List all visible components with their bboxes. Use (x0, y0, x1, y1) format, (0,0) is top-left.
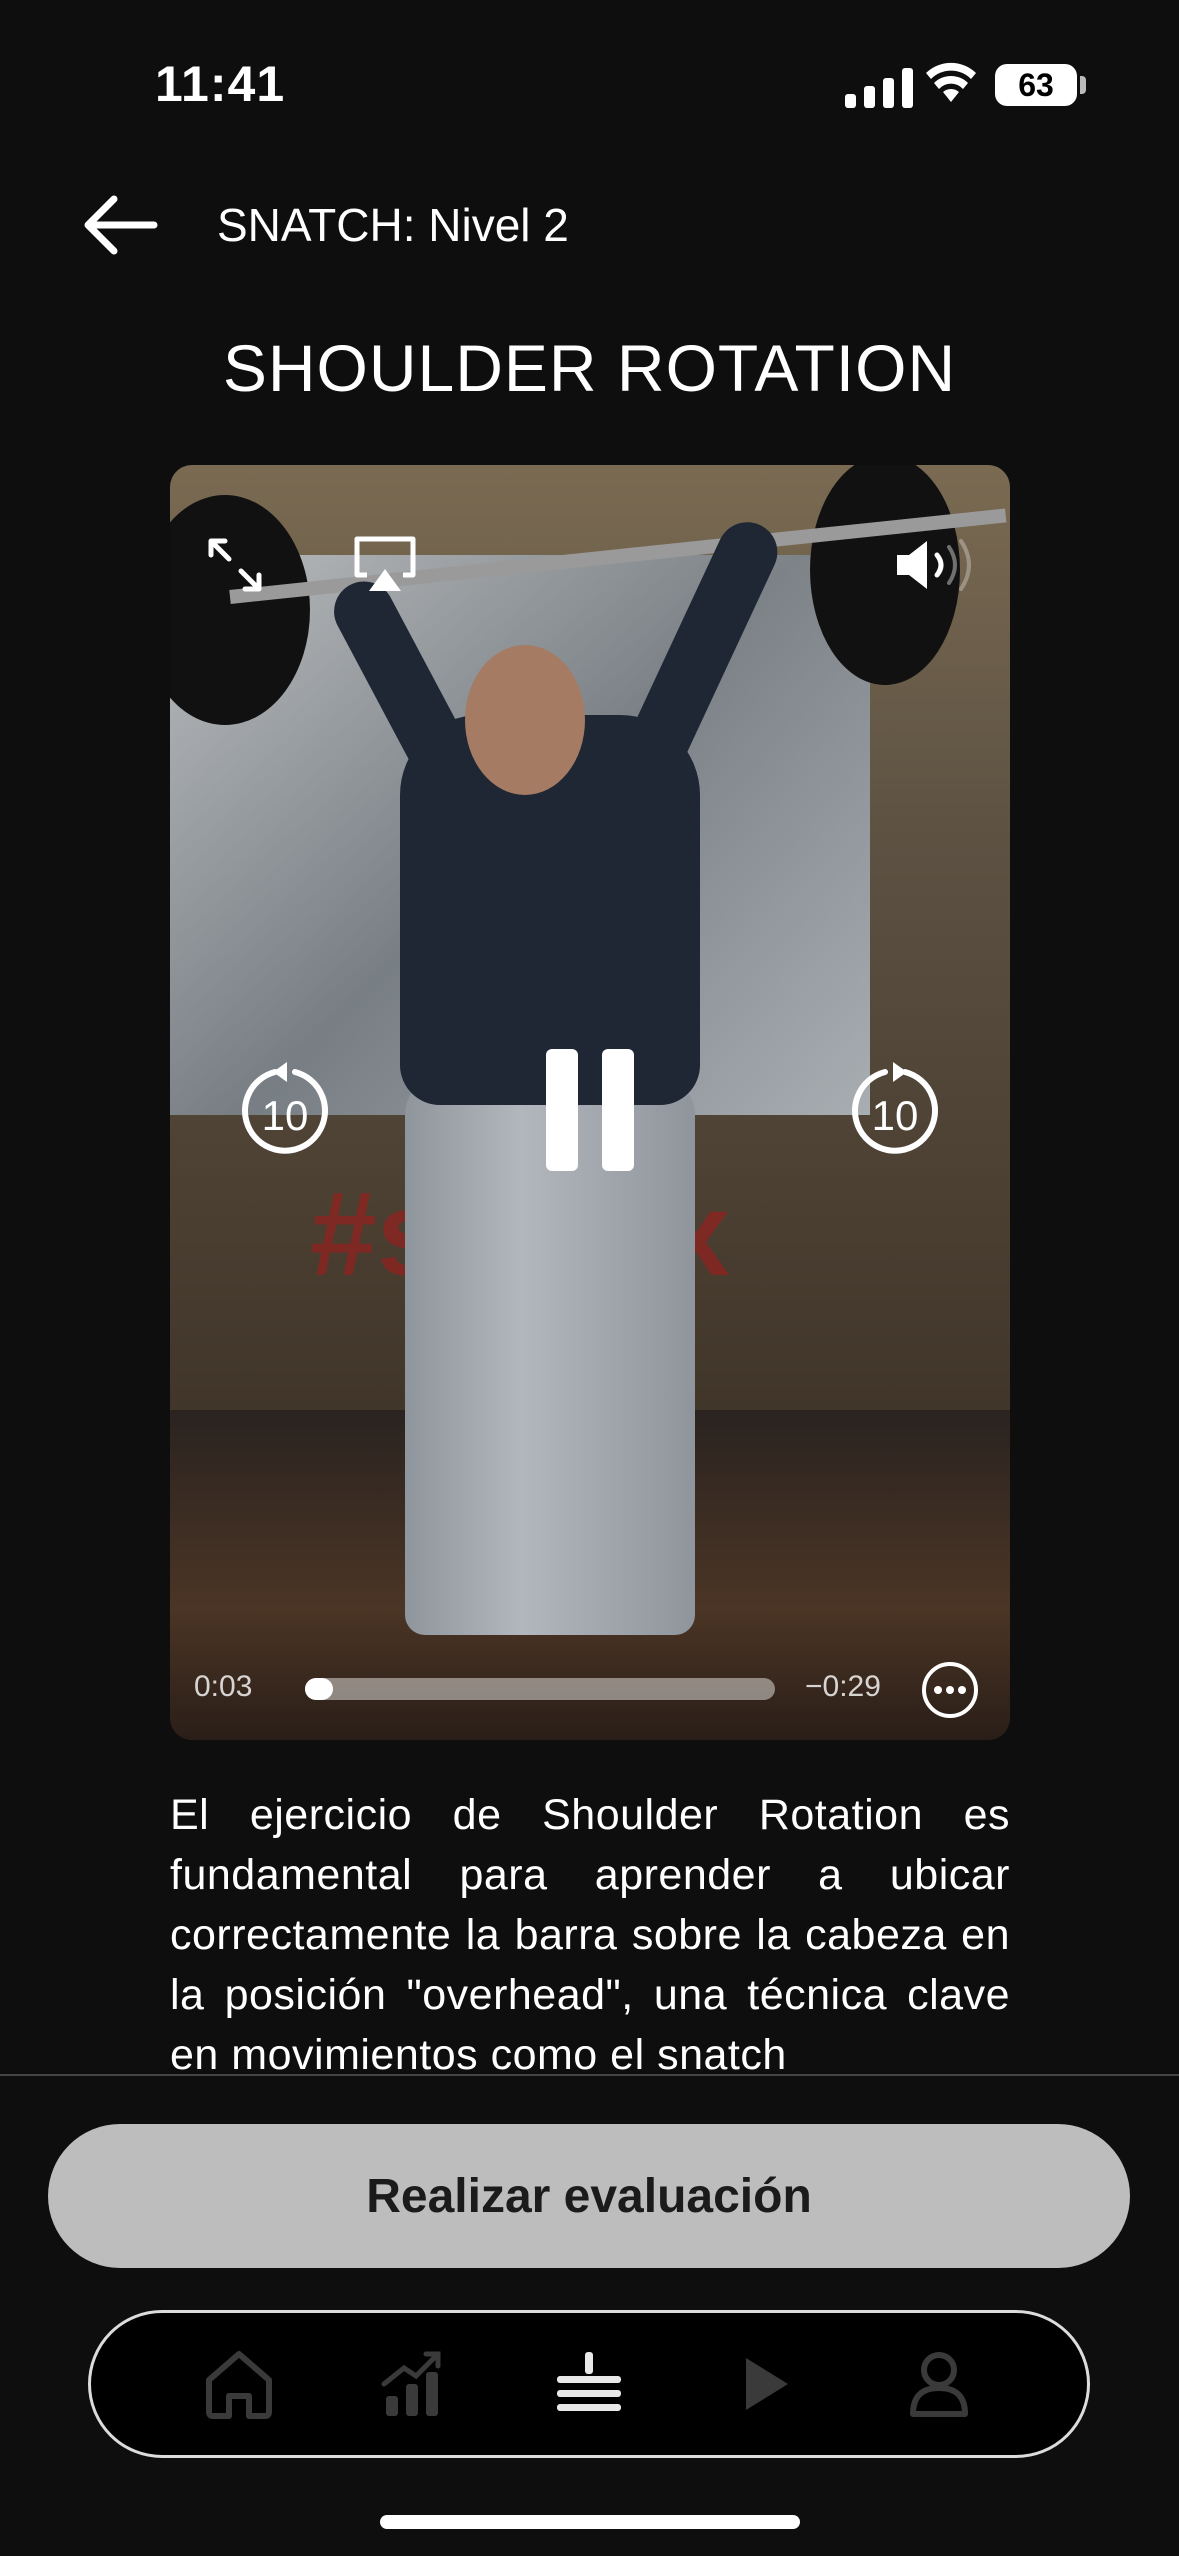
fullscreen-button[interactable] (195, 525, 275, 605)
tab-profile[interactable] (894, 2339, 984, 2429)
rewind-10-icon: 10 (242, 1062, 328, 1154)
battery-level: 63 (1018, 66, 1054, 103)
tab-bar (88, 2310, 1090, 2458)
divider (0, 2074, 1179, 2076)
back-button[interactable] (78, 188, 162, 262)
skip-back-label: 10 (262, 1092, 309, 1139)
athlete-head (465, 645, 585, 795)
expand-icon (208, 538, 262, 592)
progress-fill (305, 1678, 334, 1700)
volume-button[interactable] (890, 525, 980, 605)
remaining-time: −0:29 (805, 1670, 881, 1703)
airplay-button[interactable] (345, 525, 425, 605)
pause-icon (546, 1049, 634, 1171)
battery-icon: 63 (995, 64, 1077, 106)
skip-forward-label: 10 (872, 1092, 919, 1139)
header-title: SNATCH: Nivel 2 (217, 199, 569, 251)
tab-list[interactable] (544, 2339, 634, 2429)
elapsed-time: 0:03 (194, 1670, 253, 1703)
tab-stats[interactable] (369, 2339, 459, 2429)
progress-slider[interactable] (305, 1678, 775, 1700)
home-indicator (380, 2515, 800, 2529)
page-title: SHOULDER ROTATION (222, 331, 957, 405)
play-icon (746, 2358, 789, 2410)
skip-forward-button[interactable]: 10 (840, 1055, 950, 1165)
airplay-icon (354, 536, 416, 591)
exercise-description: El ejercicio de Shoulder Rotation es fun… (170, 1791, 1010, 2075)
forward-10-icon: 10 (852, 1062, 938, 1154)
ellipsis-circle-icon (922, 1662, 978, 1718)
stats-icon (381, 2351, 441, 2416)
battery-cap (1080, 76, 1086, 94)
evaluate-button[interactable]: Realizar evaluación (48, 2124, 1130, 2268)
wifi-icon (925, 60, 977, 109)
status-time: 11:41 (155, 56, 286, 112)
speaker-icon (897, 539, 971, 591)
more-options-button[interactable] (915, 1655, 985, 1725)
skip-back-button[interactable]: 10 (230, 1055, 340, 1165)
signal-icon (845, 64, 913, 108)
tab-home[interactable] (194, 2339, 284, 2429)
arrow-left-icon (84, 195, 158, 255)
profile-icon (910, 2352, 969, 2417)
list-icon (556, 2352, 621, 2411)
video-player[interactable]: #s tbox 10 (170, 465, 1010, 1740)
home-icon (205, 2351, 272, 2419)
tab-play[interactable] (719, 2339, 809, 2429)
pause-button[interactable] (525, 1040, 655, 1180)
